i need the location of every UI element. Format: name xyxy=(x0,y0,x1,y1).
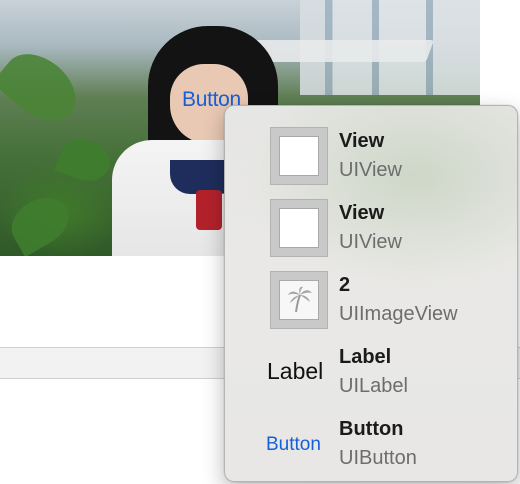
popup-item-class: UIButton xyxy=(339,447,417,469)
view-thumbnail-inner xyxy=(279,136,319,176)
popup-item-class: UIView xyxy=(339,231,402,253)
popup-item-class: UIView xyxy=(339,159,402,181)
popup-item-label[interactable]: Label Label UILabel xyxy=(225,330,517,398)
popup-item-title: Label xyxy=(339,346,392,368)
palm-tree-icon xyxy=(288,286,312,313)
popup-item-view-2[interactable]: View UIView xyxy=(225,186,517,257)
popup-item-image-view[interactable]: 2 UIImageView xyxy=(225,258,517,329)
popup-item-title: 2 xyxy=(339,274,351,296)
popup-item-button[interactable]: Button Button UIButton xyxy=(225,402,517,470)
photo-leaf xyxy=(0,40,89,135)
view-hierarchy-popup: View UIView View UIView 2 UIImageView La… xyxy=(224,105,518,482)
label-glyph-icon: Label xyxy=(267,358,324,384)
popup-item-title: View xyxy=(339,130,385,152)
image-thumbnail-inner xyxy=(279,280,319,320)
view-thumbnail-icon xyxy=(270,127,328,185)
popup-item-class: UILabel xyxy=(339,375,408,397)
popup-item-class: UIImageView xyxy=(339,303,458,325)
button-glyph-icon: Button xyxy=(266,434,321,455)
view-thumbnail-icon xyxy=(270,199,328,257)
photo-leaf xyxy=(54,132,116,188)
view-thumbnail-inner xyxy=(279,208,319,248)
photo-ribbon xyxy=(196,190,222,230)
photo-leaf xyxy=(2,188,78,256)
palm-tree-image-icon xyxy=(270,271,328,329)
popup-item-view-1[interactable]: View UIView xyxy=(225,114,517,185)
popup-item-title: Button xyxy=(339,418,404,440)
popup-item-title: View xyxy=(339,202,385,224)
